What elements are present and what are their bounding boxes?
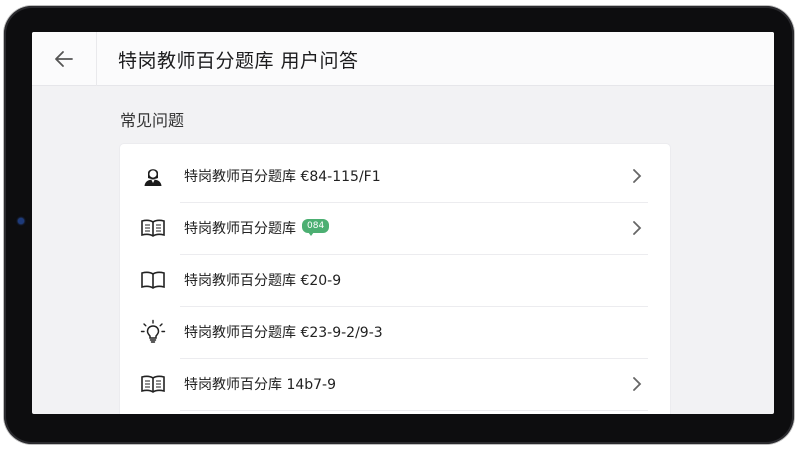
faq-item-3[interactable]: 特岗教师百分题库 €20-9 [120,254,670,306]
faq-item-5[interactable]: 特岗教师百分库 14b7-9 [120,358,670,410]
front-camera [18,218,24,224]
chevron-right-icon [628,375,646,393]
app-header: 特岗教师百分题库 用户问答 [32,32,774,86]
arrow-left-icon [55,51,73,67]
app-screen: 特岗教师百分题库 用户问答 常见问题 特岗教师百分题库 €84-115/F1 特… [32,32,774,414]
open-book-icon [140,371,166,397]
faq-item-label: 特岗教师百分题库 [184,221,296,237]
faq-item-label: 特岗教师百分库 14b7-9 [184,377,337,393]
section-title: 常见问题 [120,111,185,130]
faq-item-4[interactable]: 特岗教师百分题库 €23-9-2/9-3 [120,306,670,358]
user-avatar-icon [140,163,166,189]
faq-item-label: 特岗教师百分题库 €20-9 [184,273,342,289]
faq-item-2[interactable]: 特岗教师百分题库 084 [120,202,670,254]
tablet-device: 特岗教师百分题库 用户问答 常见问题 特岗教师百分题库 €84-115/F1 特… [0,0,800,450]
page-title: 特岗教师百分题库 用户问答 [118,50,359,72]
faq-item-label: 特岗教师百分题库 €23-9-2/9-3 [184,325,383,341]
faq-item-label: 特岗教师百分题库 €84-115/F1 [184,169,381,185]
back-button[interactable] [46,41,82,77]
lightbulb-icon [140,319,166,345]
open-book-icon [140,215,166,241]
row-divider [180,410,648,411]
header-divider [96,32,97,86]
faq-item-1[interactable]: 特岗教师百分题库 €84-115/F1 [120,150,670,202]
open-book-icon [140,267,166,293]
chevron-right-icon [628,219,646,237]
chevron-right-icon [628,167,646,185]
count-badge: 084 [302,219,330,236]
faq-list: 特岗教师百分题库 €84-115/F1 特岗教师百分题库 084 特岗教师百分题… [120,144,670,414]
